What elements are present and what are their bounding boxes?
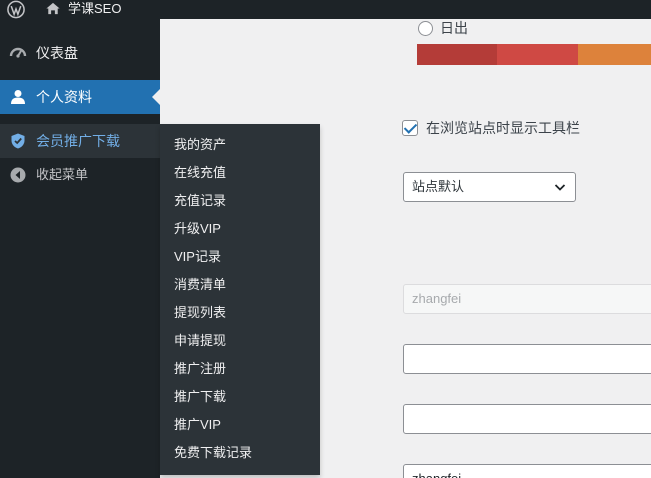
username-field: zhangfei — [403, 284, 651, 314]
submenu-item[interactable]: 升级VIP — [174, 219, 221, 239]
username-value: zhangfei — [412, 291, 462, 306]
color-swatch — [578, 44, 651, 65]
sidebar-item-label: 仪表盘 — [36, 45, 78, 61]
sidebar-item-label: 收起菜单 — [36, 167, 89, 182]
submenu-item[interactable]: 我的资产 — [174, 135, 226, 155]
member-download-submenu: 我的资产 在线充值 充值记录 升级VIP VIP记录 消费清单 提现列表 申请提… — [160, 124, 320, 475]
last-name-field[interactable] — [403, 404, 651, 434]
first-name-field[interactable] — [403, 344, 651, 374]
submenu-item[interactable]: 推广VIP — [174, 415, 221, 435]
submenu-item[interactable]: 申请提现 — [174, 331, 226, 351]
submenu-item[interactable]: 推广注册 — [174, 359, 226, 379]
sidebar-item-label: 个人资料 — [36, 89, 92, 105]
admin-bar: 学课SEO — [0, 0, 651, 19]
sidebar-item-dashboard[interactable]: 仪表盘 — [0, 36, 160, 70]
sidebar-item-profile[interactable]: 个人资料 — [0, 80, 160, 114]
language-select[interactable]: 站点默认 — [403, 172, 576, 202]
language-select-value: 站点默认 — [412, 179, 465, 194]
collapse-menu-button[interactable]: 收起菜单 — [0, 158, 160, 192]
chevron-down-icon — [553, 180, 567, 194]
color-scheme-radio-sunrise[interactable] — [418, 21, 433, 36]
nickname-field[interactable]: zhangfei — [403, 464, 651, 478]
user-icon — [9, 88, 27, 106]
submenu-item[interactable]: 免费下载记录 — [174, 443, 252, 463]
sidebar-item-member-download[interactable]: 会员推广下载 — [0, 124, 160, 158]
sidebar-item-label: 会员推广下载 — [36, 133, 120, 149]
color-swatch — [497, 44, 578, 65]
home-icon[interactable] — [44, 0, 62, 19]
dashboard-icon — [9, 44, 27, 62]
show-toolbar-checkbox[interactable] — [402, 120, 418, 136]
submenu-item[interactable]: 提现列表 — [174, 303, 226, 323]
admin-sidebar: 仪表盘 个人资料 会员推广下载 收起菜单 — [0, 19, 160, 478]
nickname-value: zhangfei — [412, 471, 461, 478]
submenu-item[interactable]: 推广下载 — [174, 387, 226, 407]
shield-icon — [9, 132, 27, 150]
color-swatch — [417, 44, 497, 65]
submenu-item[interactable]: VIP记录 — [174, 247, 221, 267]
submenu-item[interactable]: 在线充值 — [174, 163, 226, 183]
color-scheme-label: 日出 — [440, 20, 468, 36]
submenu-item[interactable]: 充值记录 — [174, 191, 226, 211]
show-toolbar-label: 在浏览站点时显示工具栏 — [426, 120, 580, 136]
submenu-item[interactable]: 消费清单 — [174, 275, 226, 295]
site-name-link[interactable]: 学课SEO — [68, 0, 121, 17]
wordpress-logo-icon[interactable] — [6, 0, 28, 19]
collapse-arrow-icon — [9, 166, 27, 184]
